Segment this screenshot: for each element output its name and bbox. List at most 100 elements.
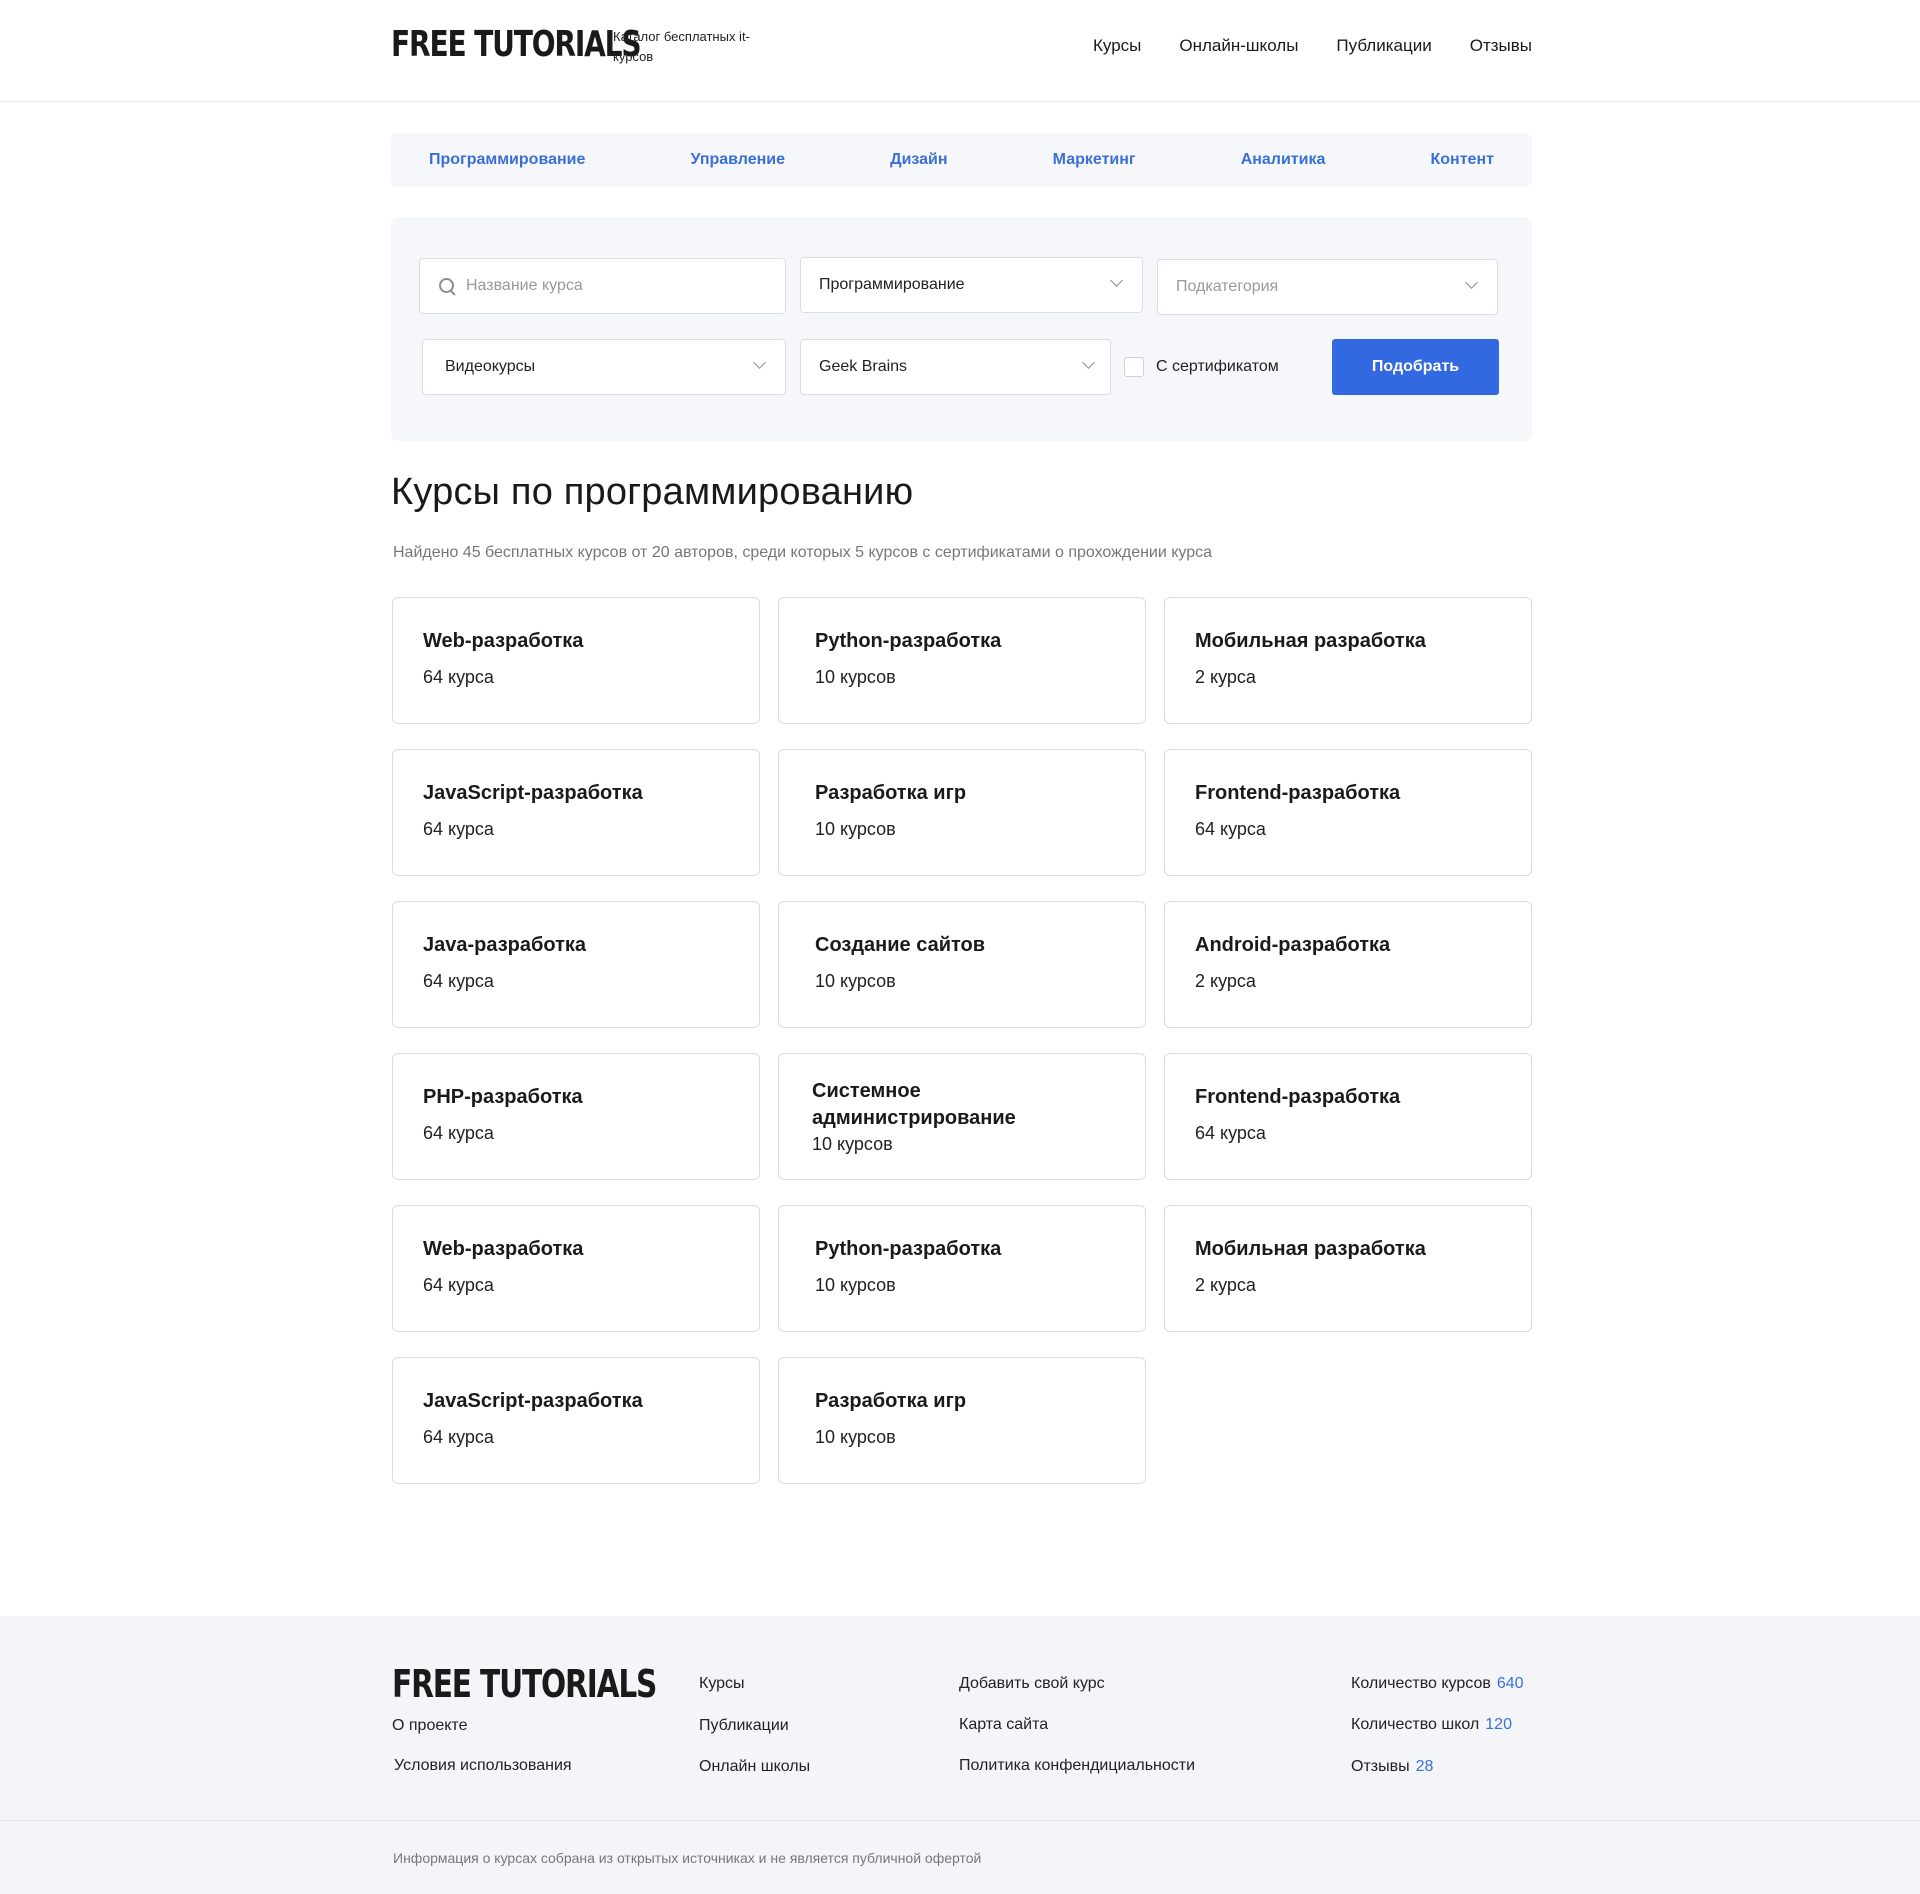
subcategory-select[interactable]: Подкатегория xyxy=(1157,259,1498,315)
top-nav: Курсы Онлайн-школы Публикации Отзывы xyxy=(1093,36,1532,56)
stat-courses-label: Количество курсов xyxy=(1351,1675,1491,1692)
category-design[interactable]: Дизайн xyxy=(890,151,947,169)
chevron-down-icon xyxy=(1110,276,1122,288)
course-card-title: Системное администрирование xyxy=(812,1080,1016,1129)
footer-divider xyxy=(0,1820,1920,1821)
nav-reviews[interactable]: Отзывы xyxy=(1470,36,1532,56)
footer-link-about[interactable]: О проекте xyxy=(392,1717,467,1735)
course-card[interactable]: Frontend-разработка 64 курса xyxy=(1164,749,1532,876)
nav-courses[interactable]: Курсы xyxy=(1093,36,1141,56)
category-programming[interactable]: Программирование xyxy=(429,151,585,169)
course-card-count: 2 курса xyxy=(1195,1275,1256,1295)
course-card-title: JavaScript-разработка xyxy=(423,1390,643,1412)
course-card-count: 10 курсов xyxy=(812,1134,893,1154)
stat-schools-label: Количество школ xyxy=(1351,1716,1480,1733)
course-card[interactable]: Java-разработка 64 курса xyxy=(392,901,760,1028)
course-card-count: 64 курса xyxy=(423,971,494,991)
footer-link-publications[interactable]: Публикации xyxy=(699,1717,789,1735)
stat-reviews[interactable]: Отзывы 28 xyxy=(1351,1758,1433,1776)
course-card-title: Мобильная разработка xyxy=(1195,630,1426,652)
course-card[interactable]: JavaScript-разработка 64 курса xyxy=(392,1357,760,1484)
submit-button[interactable]: Подобрать xyxy=(1332,339,1499,395)
format-select[interactable]: Видеокурсы xyxy=(422,339,786,395)
stat-courses-value: 640 xyxy=(1496,1675,1524,1692)
course-card-title: Python-разработка xyxy=(815,630,1002,652)
site-logo[interactable]: FREE TUTORIALS xyxy=(391,24,642,65)
filter-panel: Программирование Подкатегория Видеокурсы… xyxy=(391,217,1532,441)
stat-schools[interactable]: Количество школ 120 xyxy=(1351,1716,1512,1734)
course-card-count: 2 курса xyxy=(1195,667,1256,687)
course-grid: Web-разработка 64 курса Python-разработк… xyxy=(392,597,1533,1484)
course-card-title: Java-разработка xyxy=(423,934,587,956)
site-tagline: Каталог бесплатных it-курсов xyxy=(613,29,750,64)
course-card[interactable]: Мобильная разработка 2 курса xyxy=(1164,1205,1532,1332)
course-card-count: 64 курса xyxy=(423,819,494,839)
course-card[interactable]: Web-разработка 64 курса xyxy=(392,597,760,724)
course-card[interactable]: Android-разработка 2 курса xyxy=(1164,901,1532,1028)
course-card-title: Python-разработка xyxy=(815,1238,1002,1260)
category-bar: Программирование Управление Дизайн Марке… xyxy=(391,133,1532,187)
stat-courses[interactable]: Количество курсов 640 xyxy=(1351,1675,1524,1693)
search-input[interactable] xyxy=(466,277,746,295)
subcategory-select-placeholder: Подкатегория xyxy=(1176,278,1279,295)
footer-link-privacy[interactable]: Политика конфендициальности xyxy=(959,1757,1195,1775)
course-card-count: 10 курсов xyxy=(815,1427,896,1447)
footer-disclaimer: Информация о курсах собрана из открытых … xyxy=(393,1850,982,1866)
course-card[interactable]: Создание сайтов 10 курсов xyxy=(778,901,1146,1028)
nav-publications[interactable]: Публикации xyxy=(1336,36,1431,56)
footer-link-sitemap[interactable]: Карта сайта xyxy=(959,1716,1048,1734)
course-card-count: 10 курсов xyxy=(815,667,896,687)
site-footer: FREE TUTORIALS О проекте Условия использ… xyxy=(0,1616,1920,1894)
school-select[interactable]: Geek Brains xyxy=(800,339,1111,395)
stat-reviews-label: Отзывы xyxy=(1351,1758,1410,1775)
course-card-count: 64 курса xyxy=(423,667,494,687)
category-analytics[interactable]: Аналитика xyxy=(1241,151,1326,169)
category-management[interactable]: Управление xyxy=(690,151,785,169)
category-select[interactable]: Программирование xyxy=(800,257,1143,313)
footer-link-courses[interactable]: Курсы xyxy=(699,1675,745,1693)
footer-link-add-course[interactable]: Добавить свой курс xyxy=(959,1675,1105,1693)
chevron-down-icon xyxy=(1082,358,1094,370)
course-card-title: JavaScript-разработка xyxy=(423,782,643,804)
course-card-title: Разработка игр xyxy=(815,782,967,804)
course-card-title: Android-разработка xyxy=(1195,934,1391,956)
footer-logo[interactable]: FREE TUTORIALS xyxy=(392,1662,657,1706)
course-card[interactable]: PHP-разработка 64 курса xyxy=(392,1053,760,1180)
course-card[interactable]: Мобильная разработка 2 курса xyxy=(1164,597,1532,724)
certificate-checkbox[interactable]: С сертификатом xyxy=(1124,357,1279,377)
checkbox-box[interactable] xyxy=(1124,357,1144,377)
stat-schools-value: 120 xyxy=(1485,1716,1512,1733)
course-card-count: 2 курса xyxy=(1195,971,1256,991)
course-card-count: 10 курсов xyxy=(815,1275,896,1295)
course-card[interactable]: Разработка игр 10 курсов xyxy=(778,1357,1146,1484)
category-select-value: Программирование xyxy=(819,276,965,293)
course-card-title: Frontend-разработка xyxy=(1195,1086,1401,1108)
course-card-count: 64 курса xyxy=(423,1275,494,1295)
course-card-title: PHP-разработка xyxy=(423,1086,583,1108)
category-marketing[interactable]: Маркетинг xyxy=(1053,151,1136,169)
course-card[interactable]: JavaScript-разработка 64 курса xyxy=(392,749,760,876)
category-content[interactable]: Контент xyxy=(1431,151,1494,169)
course-card-title: Frontend-разработка xyxy=(1195,782,1401,804)
course-card-count: 64 курса xyxy=(423,1427,494,1447)
nav-online-schools[interactable]: Онлайн-школы xyxy=(1179,36,1298,56)
course-card[interactable]: Web-разработка 64 курса xyxy=(392,1205,760,1332)
footer-link-online-schools[interactable]: Онлайн школы xyxy=(699,1758,810,1776)
course-card-count: 10 курсов xyxy=(815,971,896,991)
course-card-count: 64 курса xyxy=(1195,819,1266,839)
course-card-title: Web-разработка xyxy=(423,1238,584,1260)
course-card[interactable]: Разработка игр 10 курсов xyxy=(778,749,1146,876)
course-card[interactable]: Системное администрирование 10 курсов xyxy=(778,1053,1146,1180)
site-header: FREE TUTORIALS Каталог бесплатных it-кур… xyxy=(0,0,1920,102)
search-field[interactable] xyxy=(419,258,786,314)
course-card[interactable]: Python-разработка 10 курсов xyxy=(778,1205,1146,1332)
course-card[interactable]: Python-разработка 10 курсов xyxy=(778,597,1146,724)
course-card-title: Мобильная разработка xyxy=(1195,1238,1426,1260)
course-card-title: Создание сайтов xyxy=(815,934,986,956)
course-card[interactable]: Frontend-разработка 64 курса xyxy=(1164,1053,1532,1180)
course-card-title: Разработка игр xyxy=(815,1390,967,1412)
footer-link-terms[interactable]: Условия использования xyxy=(394,1757,572,1775)
chevron-down-icon xyxy=(753,358,765,370)
format-select-value: Видеокурсы xyxy=(445,358,536,375)
results-summary: Найдено 45 бесплатных курсов от 20 автор… xyxy=(393,544,1213,561)
